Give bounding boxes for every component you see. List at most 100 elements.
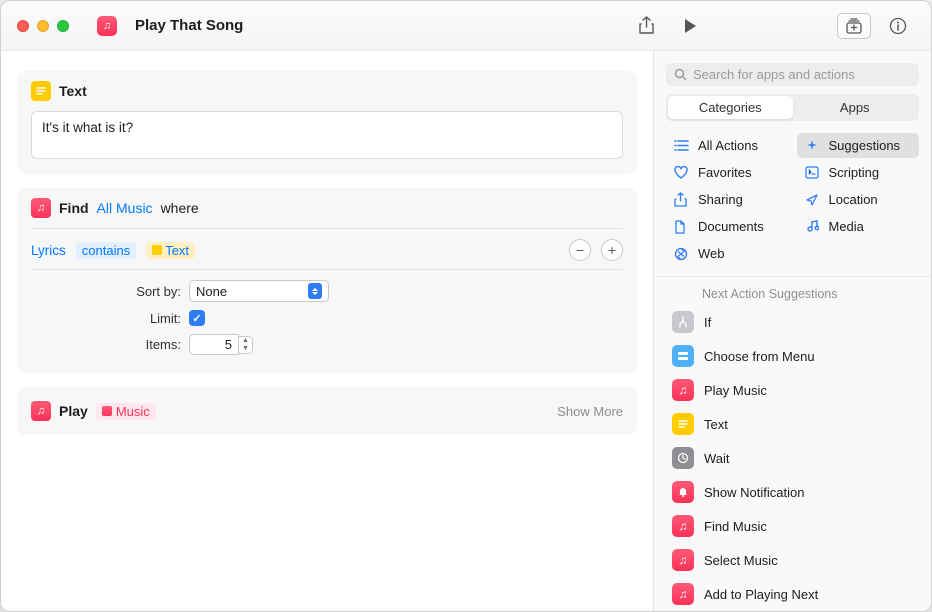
action-title: Find xyxy=(59,200,89,216)
category-sharing[interactable]: Sharing xyxy=(666,187,789,212)
music-icon: ♫ xyxy=(672,583,694,605)
suggestion-play-music[interactable]: ♫ Play Music xyxy=(654,373,931,407)
suggestion-find-music[interactable]: ♫ Find Music xyxy=(654,509,931,543)
music-icon: ♫ xyxy=(672,515,694,537)
suggestion-label: If xyxy=(704,315,711,330)
suggestion-label: Wait xyxy=(704,451,730,466)
minimize-window-button[interactable] xyxy=(37,20,49,32)
add-filter-button[interactable]: + xyxy=(601,239,623,261)
zoom-window-button[interactable] xyxy=(57,20,69,32)
action-title: Play xyxy=(59,403,88,419)
suggestion-label: Text xyxy=(704,417,728,432)
branch-icon xyxy=(672,311,694,333)
action-title: Text xyxy=(59,83,87,99)
suggestion-label: Play Music xyxy=(704,383,767,398)
web-icon xyxy=(674,247,690,261)
category-location[interactable]: Location xyxy=(797,187,920,212)
window-title: Play That Song xyxy=(135,17,243,34)
category-web[interactable]: Web xyxy=(666,241,789,266)
suggestion-label: Find Music xyxy=(704,519,767,534)
suggestion-label: Select Music xyxy=(704,553,778,568)
filter-operator-token[interactable]: contains xyxy=(76,242,136,259)
share-icon xyxy=(674,192,690,207)
items-label: Items: xyxy=(31,337,181,352)
sparkle-icon xyxy=(805,139,821,153)
suggestion-label: Choose from Menu xyxy=(704,349,815,364)
suggestion-if[interactable]: If xyxy=(654,305,931,339)
tab-categories[interactable]: Categories xyxy=(668,96,793,119)
term-icon xyxy=(805,166,821,179)
suggestion-label: Show Notification xyxy=(704,485,804,500)
app-window: ♫ Play That Song Text xyxy=(0,0,932,612)
limit-checkbox[interactable] xyxy=(189,310,205,326)
sort-label: Sort by: xyxy=(31,284,181,299)
music-icon: ♫ xyxy=(672,549,694,571)
search-input[interactable] xyxy=(693,67,911,82)
category-label: Documents xyxy=(698,219,764,234)
shortcut-editor: Text ♫ Find All Music where Lyrics xyxy=(1,51,654,611)
play-input-variable[interactable]: Music xyxy=(96,403,156,420)
category-label: Scripting xyxy=(829,165,880,180)
menu-icon xyxy=(672,345,694,367)
action-text[interactable]: Text xyxy=(17,71,637,174)
category-scripting[interactable]: Scripting xyxy=(797,160,920,185)
category-documents[interactable]: Documents xyxy=(666,214,789,239)
sidebar-tabs: Categories Apps xyxy=(666,94,919,121)
run-button[interactable] xyxy=(673,13,707,39)
music-action-icon: ♫ xyxy=(31,401,51,421)
tab-apps[interactable]: Apps xyxy=(793,96,918,119)
info-button[interactable] xyxy=(881,13,915,39)
media-icon xyxy=(805,220,821,234)
category-media[interactable]: Media xyxy=(797,214,920,239)
find-scope-token[interactable]: All Music xyxy=(97,200,153,216)
text-action-icon xyxy=(31,81,51,101)
search-field[interactable] xyxy=(666,63,919,86)
action-play[interactable]: ♫ Play Music Show More xyxy=(17,387,637,435)
remove-filter-button[interactable]: − xyxy=(569,239,591,261)
share-button[interactable] xyxy=(629,13,663,39)
category-label: All Actions xyxy=(698,138,758,153)
suggestion-text[interactable]: Text xyxy=(654,407,931,441)
category-suggestions[interactable]: Suggestions xyxy=(797,133,920,158)
text-input[interactable] xyxy=(31,111,623,159)
items-field[interactable]: 5 xyxy=(189,334,239,355)
music-icon: ♫ xyxy=(672,379,694,401)
show-more-button[interactable]: Show More xyxy=(557,404,623,419)
suggestion-choose-from-menu[interactable]: Choose from Menu xyxy=(654,339,931,373)
category-label: Web xyxy=(698,246,725,261)
shortcut-icon: ♫ xyxy=(97,16,117,36)
category-label: Favorites xyxy=(698,165,751,180)
clock-icon xyxy=(672,447,694,469)
suggestion-select-music[interactable]: ♫ Select Music xyxy=(654,543,931,577)
category-label: Location xyxy=(829,192,878,207)
category-label: Media xyxy=(829,219,864,234)
action-find-music[interactable]: ♫ Find All Music where Lyrics contains T… xyxy=(17,188,637,373)
category-label: Sharing xyxy=(698,192,743,207)
list-icon xyxy=(674,139,690,152)
bell-icon xyxy=(672,481,694,503)
actions-sidebar: Categories Apps All Actions Suggestions Fa… xyxy=(654,51,931,611)
suggestion-add-to-playing-next[interactable]: ♫ Add to Playing Next xyxy=(654,577,931,611)
loc-icon xyxy=(805,193,821,207)
close-window-button[interactable] xyxy=(17,20,29,32)
traffic-lights xyxy=(17,20,69,32)
category-favorites[interactable]: Favorites xyxy=(666,160,789,185)
suggestion-label: Add to Playing Next xyxy=(704,587,818,602)
suggestions-list: If Choose from Menu ♫ Play Music Text Wait Sho… xyxy=(654,305,931,611)
suggestion-wait[interactable]: Wait xyxy=(654,441,931,475)
limit-label: Limit: xyxy=(31,311,181,326)
search-icon xyxy=(674,68,687,81)
filter-value-variable[interactable]: Text xyxy=(146,242,195,259)
filter-field-token[interactable]: Lyrics xyxy=(31,243,66,258)
text-icon xyxy=(672,413,694,435)
category-grid: All Actions Suggestions Favorites Scripting… xyxy=(654,129,931,277)
category-all-actions[interactable]: All Actions xyxy=(666,133,789,158)
suggestion-show-notification[interactable]: Show Notification xyxy=(654,475,931,509)
doc-icon xyxy=(674,220,690,234)
library-toggle-button[interactable] xyxy=(837,13,871,39)
titlebar: ♫ Play That Song xyxy=(1,1,931,51)
sort-select[interactable]: None xyxy=(189,280,329,302)
items-stepper[interactable]: ▲▼ xyxy=(239,336,253,354)
heart-icon xyxy=(674,166,690,179)
music-action-icon: ♫ xyxy=(31,198,51,218)
